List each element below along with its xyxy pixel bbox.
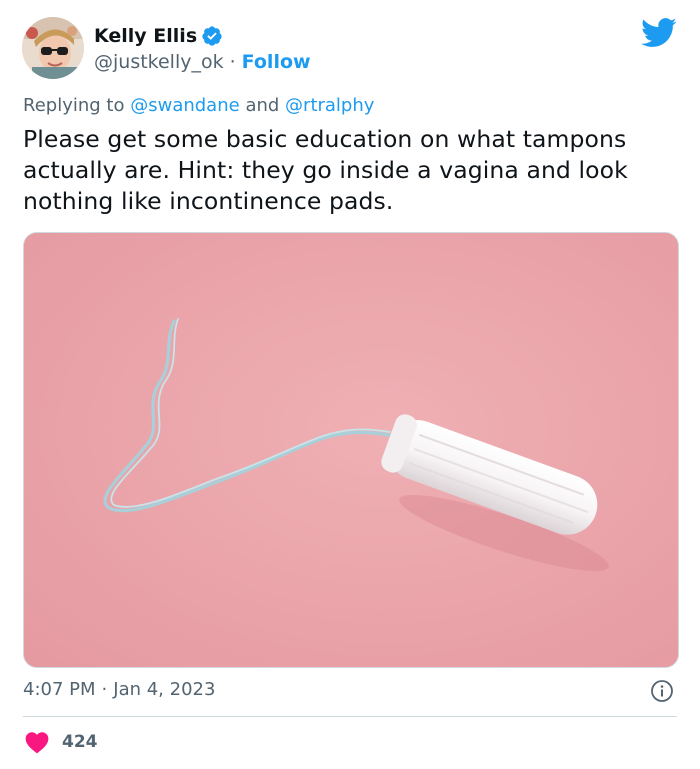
verified-badge-icon <box>202 26 222 46</box>
mention-link[interactable]: @swandane <box>130 95 239 116</box>
tweet-text: Please get some basic education on what … <box>23 125 628 215</box>
tampon-photo <box>24 233 678 667</box>
heart-icon[interactable] <box>24 730 50 754</box>
author-handle-row: @justkelly_ok · Follow <box>94 49 311 75</box>
tweet-timestamp[interactable]: 4:07 PM · Jan 4, 2023 <box>23 679 215 700</box>
replying-to-label: Replying to <box>23 95 125 116</box>
author-handle[interactable]: @justkelly_ok <box>94 51 224 73</box>
like-button[interactable]: 424 <box>24 729 98 755</box>
tweet-card: Kelly Ellis @justkelly_ok · Follow Reply… <box>0 0 700 769</box>
tweet-time: 4:07 PM <box>23 679 96 700</box>
like-count: 424 <box>62 732 98 752</box>
divider <box>23 716 677 717</box>
info-icon[interactable] <box>650 679 674 703</box>
author-name-row[interactable]: Kelly Ellis <box>94 22 223 50</box>
timestamp-separator: · <box>101 679 108 700</box>
tweet-date: Jan 4, 2023 <box>113 679 216 700</box>
avatar[interactable] <box>22 17 84 79</box>
avatar-image <box>22 17 84 79</box>
replying-to-conjunction: and <box>245 95 280 116</box>
handle-separator: · <box>229 51 236 73</box>
mention-link[interactable]: @rtralphy <box>285 95 374 116</box>
author-display-name[interactable]: Kelly Ellis <box>94 25 197 47</box>
replying-to-line: Replying to @swandane and @rtralphy <box>23 95 374 116</box>
follow-button[interactable]: Follow <box>242 51 311 73</box>
tweet-media-image[interactable] <box>23 232 679 668</box>
twitter-bird-icon[interactable] <box>641 18 677 48</box>
